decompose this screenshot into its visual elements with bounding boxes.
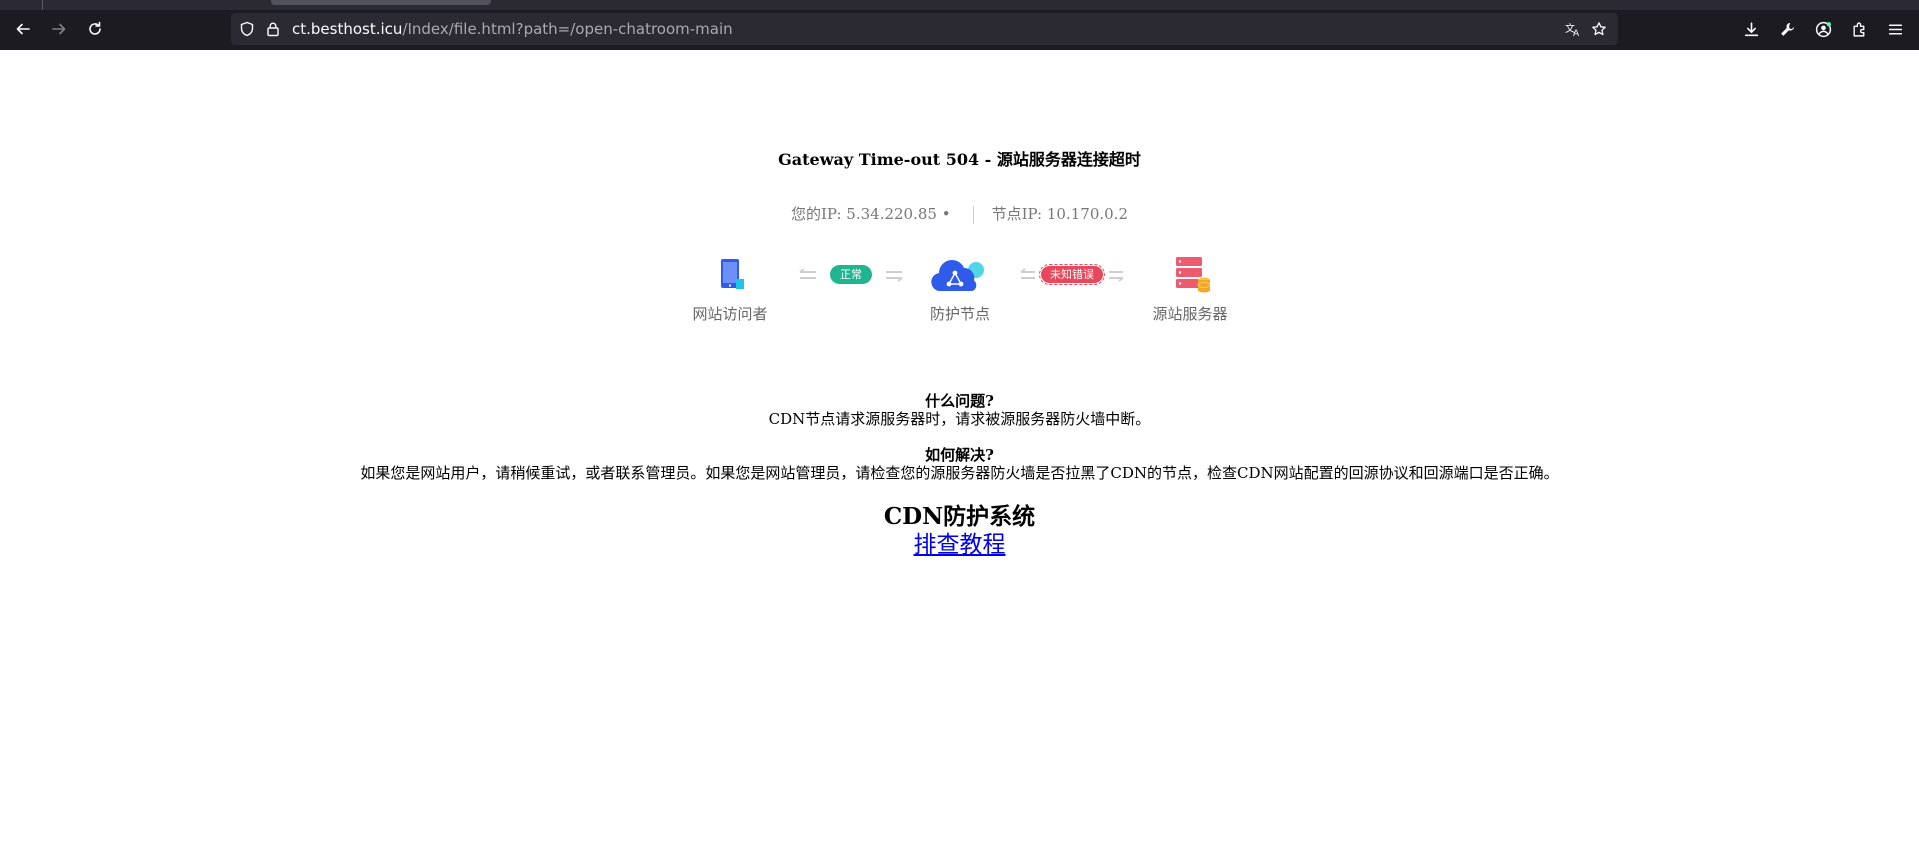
solution-section: 如何解决? 如果您是网站用户，请稍候重试，或者联系管理员。如果您是网站管理员，请…	[0, 446, 1919, 482]
address-bar[interactable]: ct.besthost.icu/Index/file.html?path=/op…	[231, 13, 1618, 45]
menu-button[interactable]	[1880, 14, 1910, 44]
your-ip: 您的IP: 5.34.220.85 •	[791, 205, 951, 223]
url-host: ct.besthost.icu	[292, 20, 403, 38]
url-path: /Index/file.html?path=/open-chatroom-mai…	[402, 20, 733, 38]
node-origin-label: 源站服务器	[1152, 305, 1228, 323]
tab-strip	[0, 0, 1919, 10]
translate-icon[interactable]: 文A	[1565, 21, 1581, 37]
hamburger-menu-icon	[1888, 23, 1902, 35]
puzzle-icon	[1852, 22, 1864, 37]
connector-visitor-node: 正常	[796, 262, 906, 288]
extensions-button[interactable]	[1844, 14, 1874, 44]
ip-info-row: 您的IP: 5.34.220.85 • 节点IP: 10.170.0.2	[0, 203, 1919, 224]
back-button[interactable]	[8, 14, 38, 44]
ip-divider	[972, 206, 974, 224]
node-visitor-label: 网站访问者	[692, 305, 768, 323]
node-ip: 节点IP: 10.170.0.2	[991, 205, 1128, 223]
account-button[interactable]	[1808, 14, 1838, 44]
downloads-button[interactable]	[1736, 14, 1766, 44]
url-text[interactable]: ct.besthost.icu/Index/file.html?path=/op…	[292, 13, 733, 45]
node-origin: 源站服务器	[1135, 255, 1245, 324]
troubleshooting-guide-link[interactable]: 排查教程	[914, 532, 1006, 558]
bookmark-star-icon[interactable]	[1591, 21, 1607, 37]
problem-section: 什么问题? CDN节点请求源服务器时，请求被源服务器防火墙中断。	[0, 392, 1919, 428]
connector-node-origin: 未知错误	[1017, 262, 1127, 288]
reload-icon	[89, 21, 101, 35]
node-visitor: 网站访问者	[675, 255, 785, 324]
browser-toolbar: ct.besthost.icu/Index/file.html?path=/op…	[0, 0, 1919, 50]
lock-icon[interactable]	[265, 21, 281, 37]
error-title: Gateway Time-out 504 - 源站服务器连接超时	[778, 150, 1141, 169]
account-icon	[1815, 21, 1831, 37]
arrow-left-icon	[16, 23, 30, 35]
forward-button[interactable]	[44, 14, 74, 44]
tab-separator	[42, 0, 43, 10]
arrow-right-icon	[52, 23, 66, 35]
status-badge-ok: 正常	[830, 265, 872, 284]
active-tab[interactable]	[271, 0, 491, 5]
shield-icon[interactable]	[239, 21, 255, 37]
cloud-node-icon	[931, 259, 984, 291]
reload-button[interactable]	[80, 14, 110, 44]
solution-answer: 如果您是网站用户，请稍候重试，或者联系管理员。如果您是网站管理员，请检查您的源服…	[360, 464, 1559, 482]
guide-link-wrap: 排查教程	[0, 525, 1919, 559]
tools-button[interactable]	[1772, 14, 1802, 44]
node-cdn-label: 防护节点	[929, 305, 990, 323]
download-icon	[1744, 21, 1758, 36]
status-badge-error: 未知错误	[1039, 264, 1105, 285]
svg-text:A: A	[1573, 29, 1580, 37]
wrench-icon	[1780, 22, 1794, 36]
phone-icon	[721, 259, 744, 289]
node-cdn: 防护节点	[905, 255, 1015, 324]
solution-question: 如何解决?	[925, 446, 994, 464]
problem-question: 什么问题?	[925, 392, 994, 410]
server-icon	[1176, 257, 1211, 293]
problem-answer: CDN节点请求源服务器时，请求被源服务器防火墙中断。	[768, 410, 1151, 428]
